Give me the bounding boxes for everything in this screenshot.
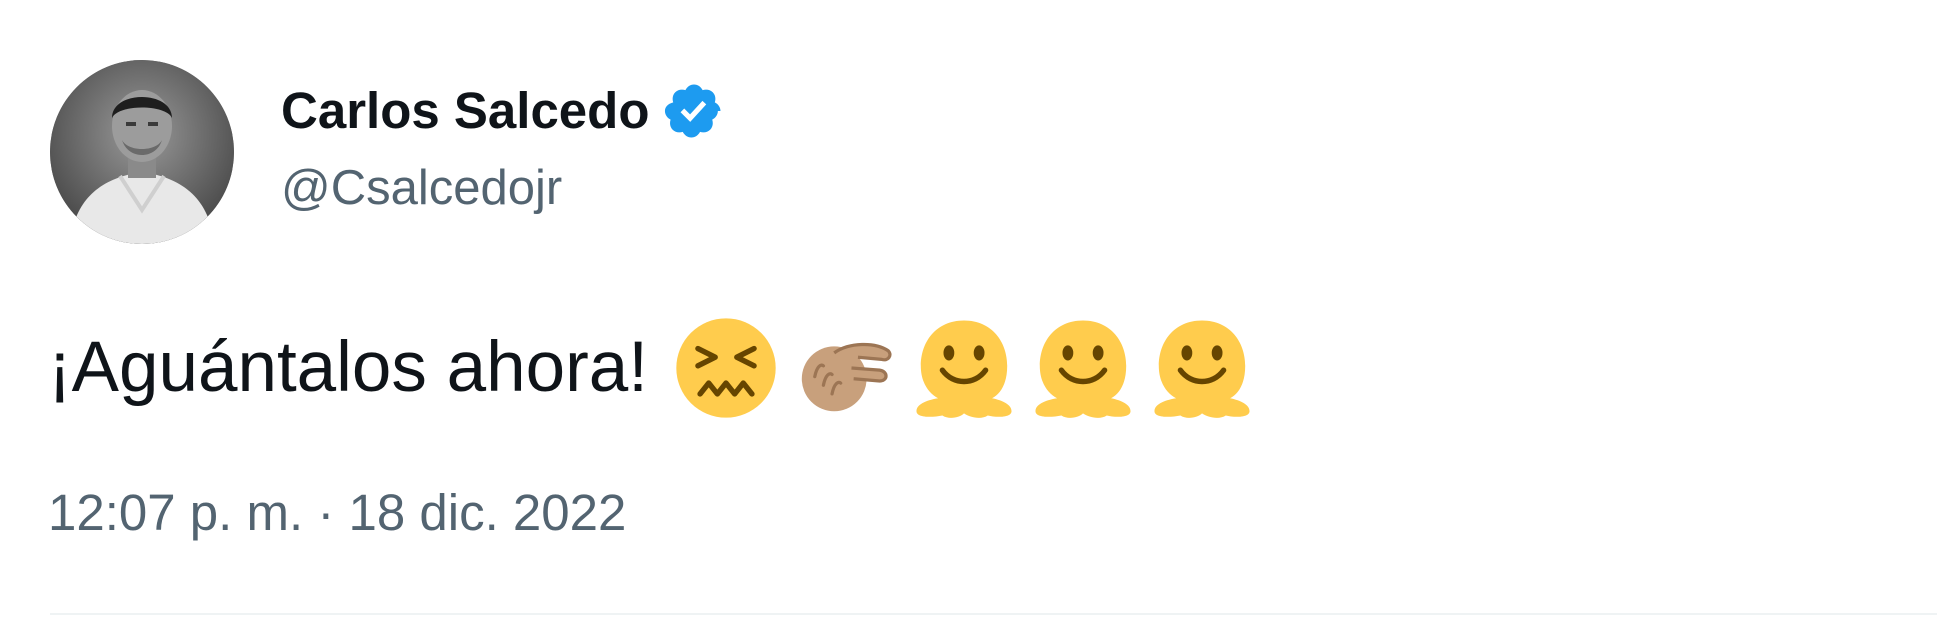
confounded-face-emoji — [672, 314, 780, 422]
melting-face-emoji — [910, 314, 1018, 422]
divider — [50, 613, 1937, 615]
melting-face-emoji — [1029, 314, 1137, 422]
avatar[interactable] — [50, 60, 234, 244]
author-handle[interactable]: @Csalcedojr — [281, 158, 562, 218]
author-name-row[interactable]: Carlos Salcedo — [281, 80, 725, 142]
pinching-hand-emoji — [791, 314, 899, 422]
verified-badge-icon — [663, 80, 725, 142]
tweet-timestamp[interactable]: 12:07 p. m. · 18 dic. 2022 — [48, 482, 626, 544]
melting-face-emoji — [1148, 314, 1256, 422]
tweet-card: Carlos Salcedo @Csalcedojr ¡Aguántalos a… — [0, 0, 1937, 620]
author-display-name[interactable]: Carlos Salcedo — [281, 80, 649, 142]
tweet-text: ¡Aguántalos ahora! — [48, 328, 648, 407]
tweet-body: ¡Aguántalos ahora! — [48, 318, 1267, 418]
